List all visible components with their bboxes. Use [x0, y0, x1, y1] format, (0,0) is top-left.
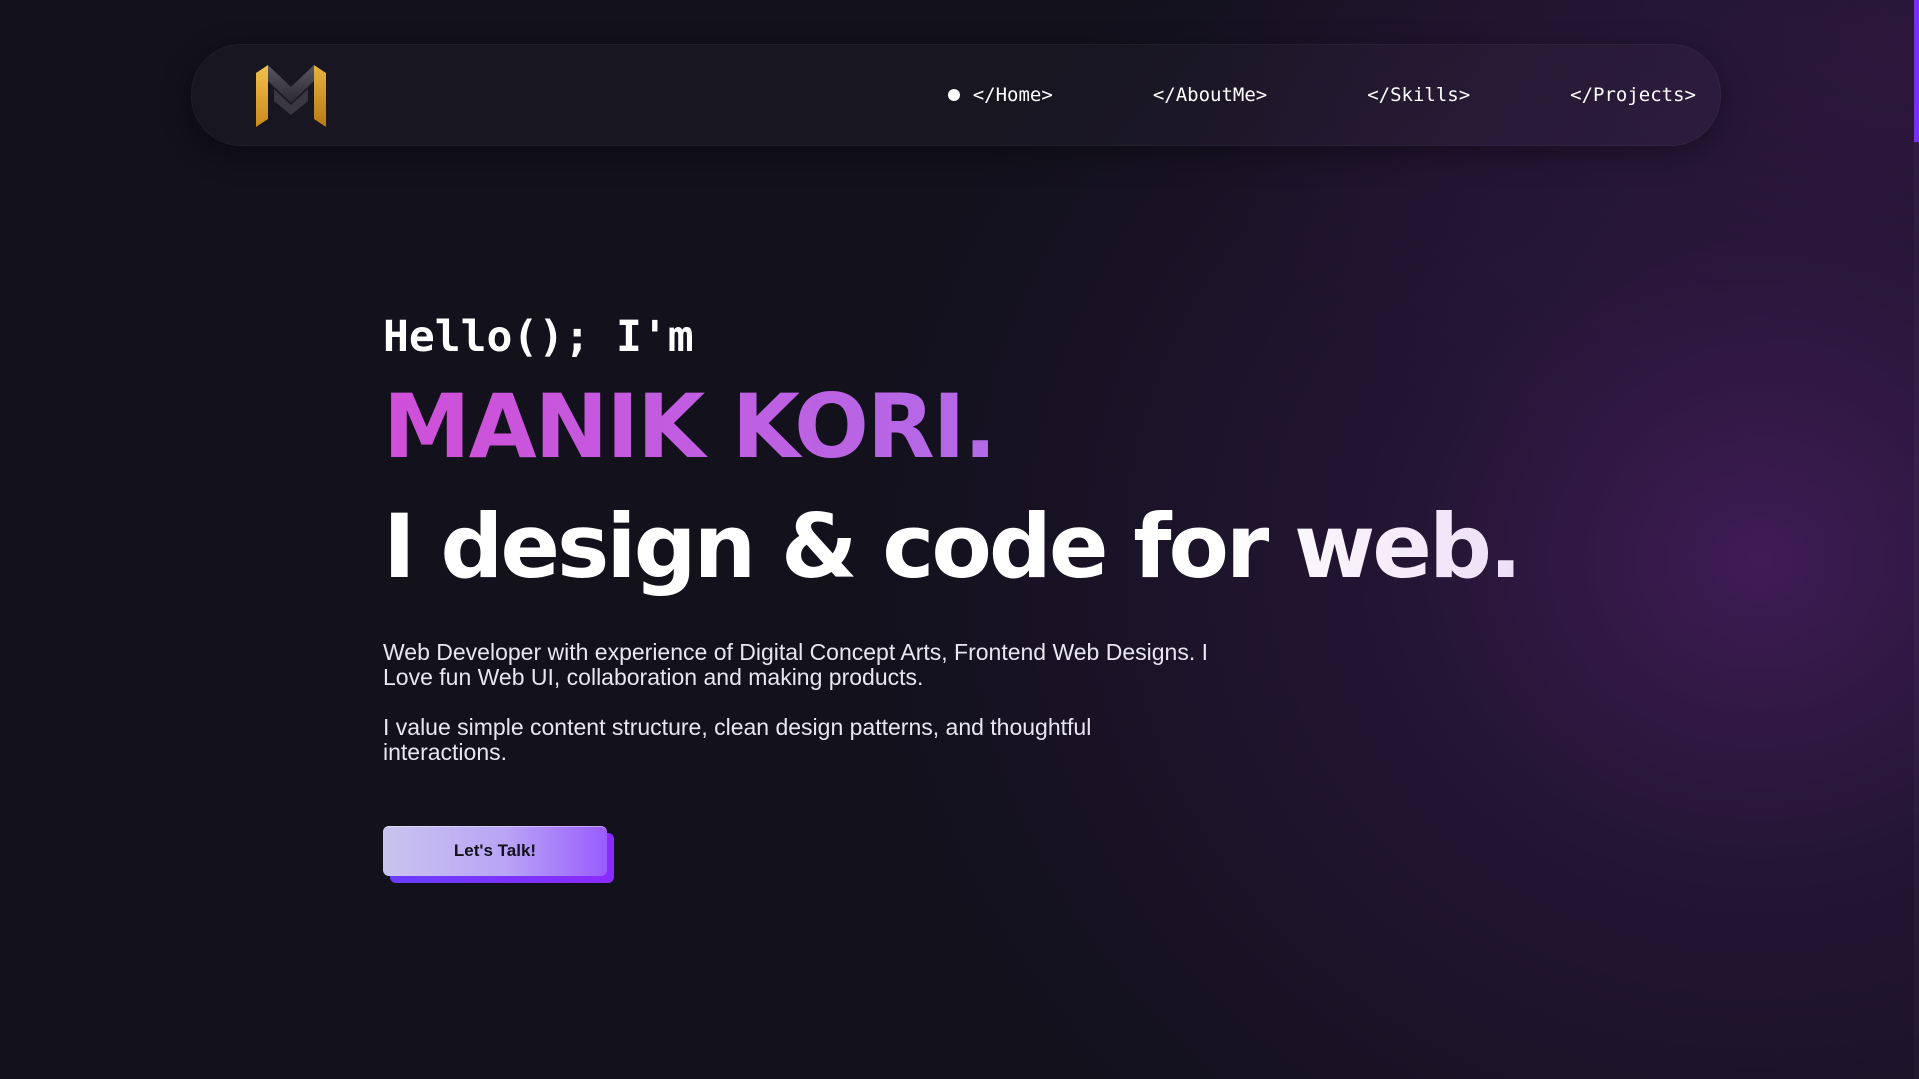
nav-links: </Home> </AboutMe> </Skills> </Projects> — [947, 45, 1696, 145]
scrollbar[interactable] — [1914, 0, 1919, 1079]
hero-name: MANIK KORI. — [383, 372, 1583, 482]
nav-item-projects[interactable]: </Projects> — [1570, 84, 1696, 106]
top-navbar: </Home> </AboutMe> </Skills> </Projects> — [191, 44, 1721, 146]
nav-item-label: </Skills> — [1367, 84, 1471, 106]
nav-item-aboutme[interactable]: </AboutMe> — [1153, 84, 1267, 106]
nav-item-label: </Projects> — [1570, 84, 1696, 106]
active-dot-icon — [947, 89, 960, 101]
nav-item-label: </AboutMe> — [1152, 84, 1268, 106]
cta-wrapper: Let's Talk! — [383, 826, 615, 884]
hero-tagline: I design & code for web. — [383, 492, 1583, 602]
nav-item-skills[interactable]: </Skills> — [1367, 84, 1470, 106]
hero-paragraph-values: I value simple content structure, clean … — [383, 714, 1092, 765]
hero-section: Hello(); I'm MANIK KORI. I design & code… — [383, 310, 1583, 884]
m-monogram-logo-icon[interactable] — [250, 63, 332, 127]
hero-greeting: Hello(); I'm — [383, 312, 694, 362]
nav-item-label: </Home> — [972, 84, 1053, 106]
scrollbar-thumb[interactable] — [1914, 0, 1919, 142]
nav-item-home[interactable]: </Home> — [947, 84, 1053, 106]
hero-paragraph-intro: Web Developer with experience of Digital… — [383, 639, 1209, 690]
lets-talk-button[interactable]: Let's Talk! — [383, 826, 607, 876]
